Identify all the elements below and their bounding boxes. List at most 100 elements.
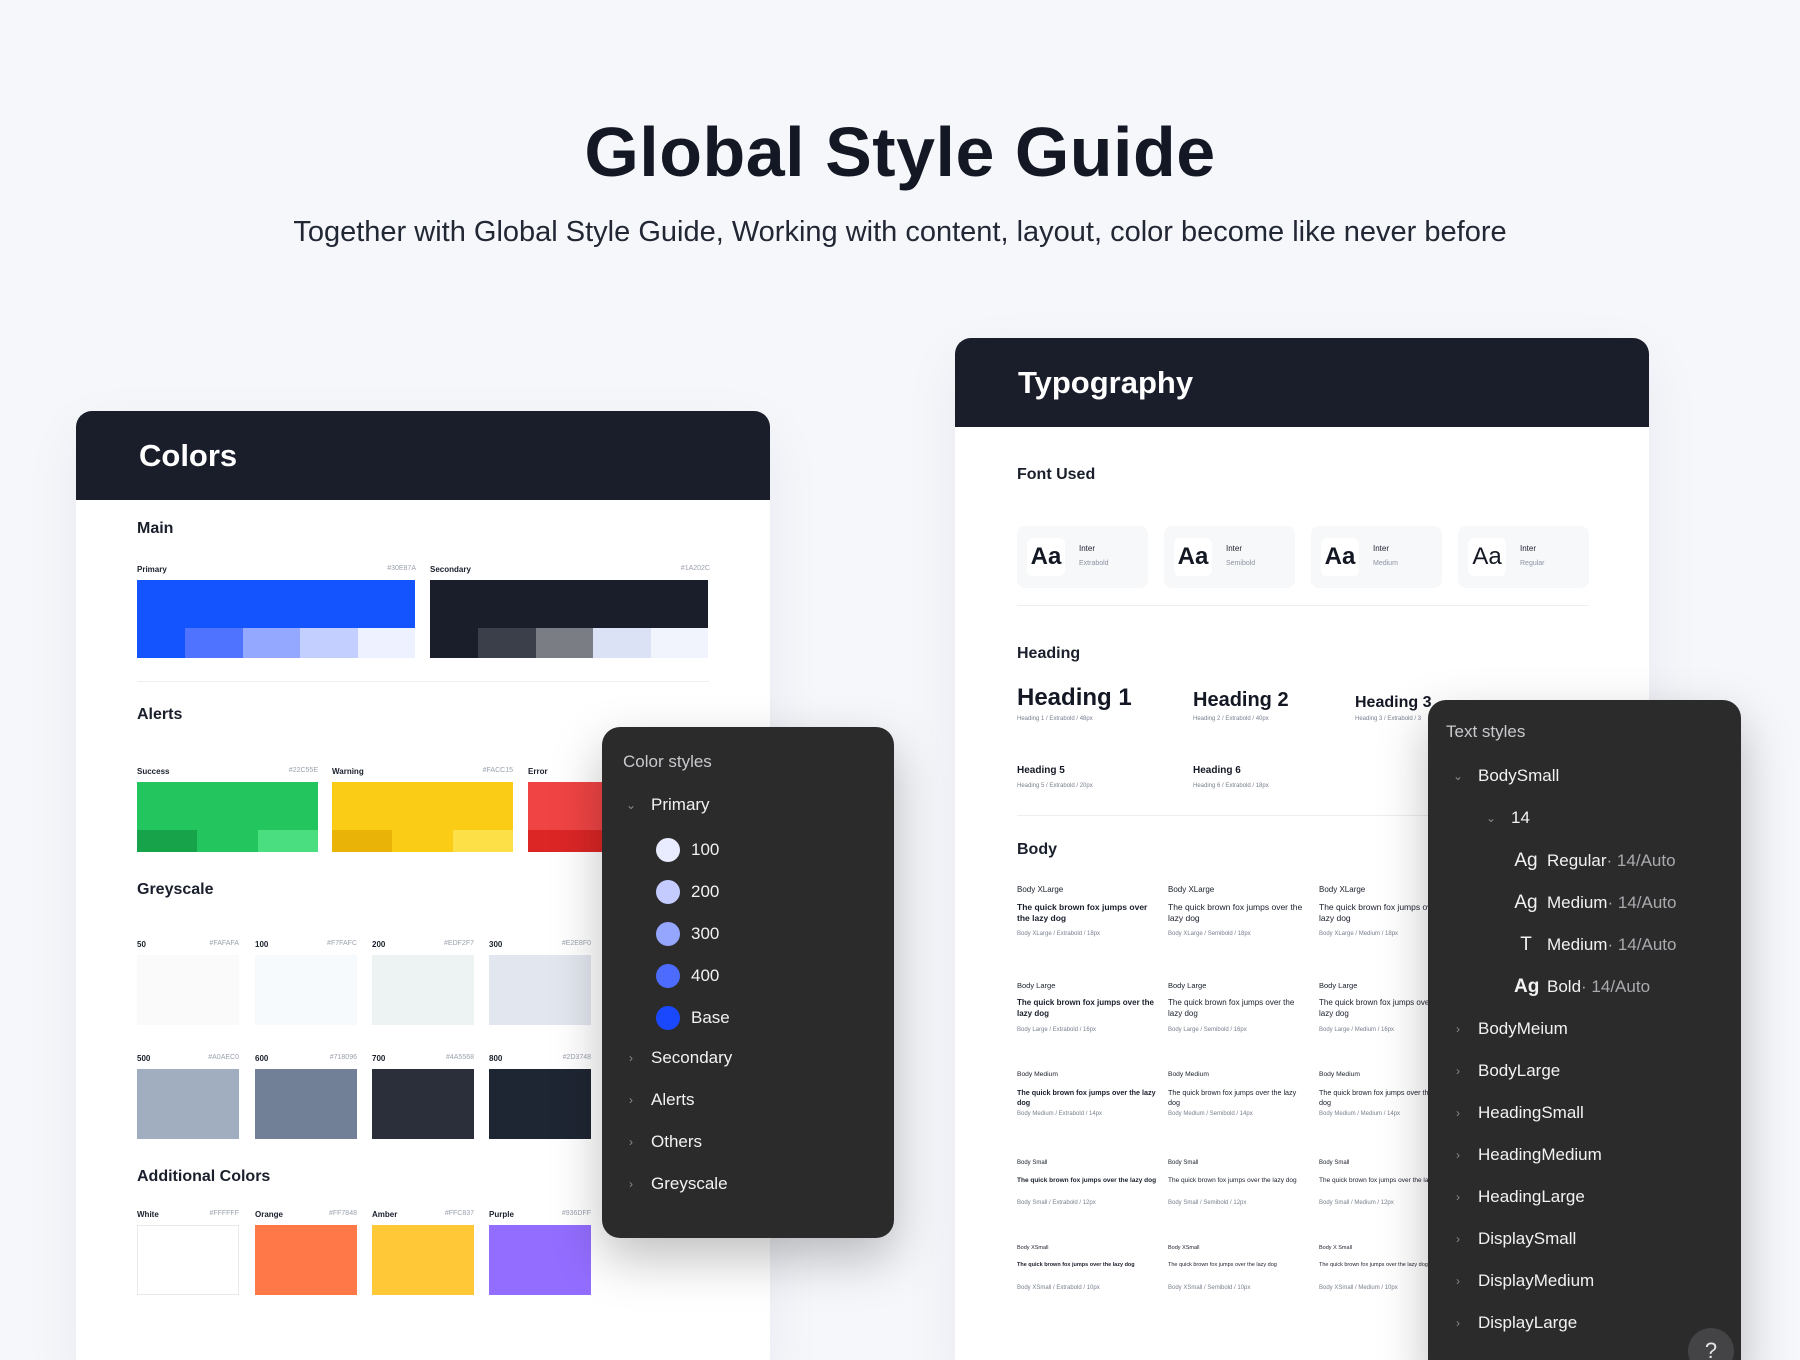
color-dot-icon bbox=[656, 1006, 680, 1030]
text-style-name: Medium bbox=[1547, 935, 1608, 954]
color-dot-icon bbox=[656, 922, 680, 946]
heading-meta: Heading 3 / Extrabold / 3 bbox=[1355, 716, 1422, 722]
secondary-main-color bbox=[430, 580, 708, 628]
color-orange-swatch[interactable] bbox=[255, 1225, 357, 1295]
color-group-label: Secondary bbox=[651, 1048, 733, 1067]
font-card-medium[interactable]: Aa Inter Medium bbox=[1311, 526, 1442, 588]
text-style-name: Medium bbox=[1547, 893, 1608, 912]
color-group-primary[interactable]: ⌄ Primary bbox=[623, 795, 710, 815]
color-group-alerts[interactable]: › Alerts bbox=[623, 1090, 694, 1110]
secondary-swatch[interactable] bbox=[430, 580, 708, 658]
success-swatch[interactable] bbox=[137, 782, 318, 852]
chevron-right-icon: › bbox=[629, 1051, 633, 1065]
text-group-displaymedium[interactable]: › DisplayMedium bbox=[1450, 1271, 1594, 1291]
color-style-100[interactable]: 100 bbox=[656, 838, 719, 862]
color-group-greyscale[interactable]: › Greyscale bbox=[623, 1174, 728, 1194]
font-weight: Medium bbox=[1373, 560, 1398, 567]
font-card-extrabold[interactable]: Aa Inter Extrabold bbox=[1017, 526, 1148, 588]
font-preview: Aa bbox=[1468, 538, 1506, 576]
grey-700-swatch[interactable] bbox=[372, 1069, 474, 1139]
chevron-right-icon: › bbox=[1456, 1274, 1460, 1288]
color-group-label: Greyscale bbox=[651, 1174, 728, 1193]
font-card-regular[interactable]: Aa Inter Regular bbox=[1458, 526, 1589, 588]
chevron-right-icon: › bbox=[1456, 1316, 1460, 1330]
text-group-bodysmall[interactable]: ⌄ BodySmall bbox=[1450, 766, 1559, 786]
text-style-regular[interactable]: Ag Regular · 14/Auto bbox=[1514, 850, 1675, 872]
color-white-swatch[interactable] bbox=[137, 1225, 239, 1295]
warning-step-0 bbox=[332, 830, 393, 852]
text-size-group[interactable]: ⌄ 14 bbox=[1483, 808, 1530, 828]
text-group-bodymeium[interactable]: › BodyMeium bbox=[1450, 1019, 1568, 1039]
text-style-ag-icon: Ag bbox=[1514, 976, 1540, 997]
warning-swatch[interactable] bbox=[332, 782, 513, 852]
color-style-label: 200 bbox=[691, 882, 720, 901]
color-style-base[interactable]: Base bbox=[656, 1006, 730, 1030]
font-name: Inter bbox=[1226, 544, 1243, 553]
alerts-label: Alerts bbox=[137, 706, 183, 723]
body-sample-title: Body Large bbox=[1319, 981, 1358, 990]
text-group-headingmedium[interactable]: › HeadingMedium bbox=[1450, 1145, 1602, 1165]
grey-50-swatch[interactable] bbox=[137, 955, 239, 1025]
color-style-400[interactable]: 400 bbox=[656, 964, 719, 988]
grey-300-swatch[interactable] bbox=[489, 955, 591, 1025]
text-style-bold[interactable]: Ag Bold · 14/Auto bbox=[1514, 976, 1650, 998]
text-group-headingsmall[interactable]: › HeadingSmall bbox=[1450, 1103, 1584, 1123]
primary-step-3 bbox=[300, 628, 358, 658]
grey-800-swatch[interactable] bbox=[489, 1069, 591, 1139]
font-weight: Semibold bbox=[1226, 560, 1256, 567]
success-main-color bbox=[137, 782, 318, 830]
heading-sample-5: Heading 6 bbox=[1193, 765, 1241, 776]
text-group-displaylarge[interactable]: › DisplayLarge bbox=[1450, 1313, 1577, 1333]
body-sample-meta: Body Large / Medium / 16px bbox=[1319, 1027, 1395, 1033]
body-sample-meta: Body Large / Semibold / 16px bbox=[1168, 1027, 1247, 1033]
grey-600-swatch[interactable] bbox=[255, 1069, 357, 1139]
color-style-200[interactable]: 200 bbox=[656, 880, 719, 904]
secondary-step-4 bbox=[650, 628, 708, 658]
primary-swatch[interactable] bbox=[137, 580, 415, 658]
secondary-label: Secondary bbox=[430, 565, 471, 574]
heading-sample-2: Heading 2 bbox=[1193, 689, 1289, 711]
font-used-label: Font Used bbox=[1017, 466, 1096, 483]
color-purple-swatch[interactable] bbox=[489, 1225, 591, 1295]
chevron-right-icon: › bbox=[1456, 1148, 1460, 1162]
font-preview: Aa bbox=[1174, 538, 1212, 576]
text-style-t-icon: T bbox=[1520, 934, 1532, 955]
body-sample-title: Body XLarge bbox=[1168, 885, 1215, 894]
success-step-1 bbox=[197, 830, 258, 852]
text-style-medium[interactable]: T Medium · 14/Auto bbox=[1514, 934, 1676, 956]
grey-200-swatch[interactable] bbox=[372, 955, 474, 1025]
color-amber-swatch[interactable] bbox=[372, 1225, 474, 1295]
success-step-2 bbox=[257, 830, 318, 852]
text-group-displaysmall[interactable]: › DisplaySmall bbox=[1450, 1229, 1576, 1249]
warning-step-1 bbox=[392, 830, 453, 852]
heading-sample-3: Heading 3 bbox=[1355, 694, 1432, 711]
grey-500-label: 500 bbox=[137, 1054, 151, 1063]
body-sample-text: The quick brown fox jumps over the lazy … bbox=[1017, 902, 1148, 924]
body-sample-title: Body Small bbox=[1017, 1160, 1048, 1166]
text-group-headinglarge[interactable]: › HeadingLarge bbox=[1450, 1187, 1585, 1207]
body-sample-text: The quick brown fox jumps over the lazy … bbox=[1017, 998, 1154, 1018]
text-group-bodylarge[interactable]: › BodyLarge bbox=[1450, 1061, 1560, 1081]
grey-100-swatch[interactable] bbox=[255, 955, 357, 1025]
body-sample-title: Body Medium bbox=[1319, 1071, 1360, 1078]
color-group-secondary[interactable]: › Secondary bbox=[623, 1048, 732, 1068]
font-card-semibold[interactable]: Aa Inter Semibold bbox=[1164, 526, 1295, 588]
color-dot-icon bbox=[656, 880, 680, 904]
heading-meta: Heading 5 / Extrabold / 20px bbox=[1017, 783, 1093, 789]
grey-500-swatch[interactable] bbox=[137, 1069, 239, 1139]
warning-label: Warning bbox=[332, 767, 364, 776]
body-sample-title: Body Small bbox=[1168, 1160, 1199, 1166]
color-white-hex: #FFFFFF bbox=[209, 1210, 239, 1217]
color-style-300[interactable]: 300 bbox=[656, 922, 719, 946]
text-style-ag-icon: Ag bbox=[1514, 892, 1538, 913]
grey-300-label: 300 bbox=[489, 940, 503, 949]
text-style-medium[interactable]: Ag Medium · 14/Auto bbox=[1514, 892, 1676, 914]
text-group-label: HeadingSmall bbox=[1478, 1103, 1584, 1122]
warning-step-2 bbox=[452, 830, 513, 852]
primary-hex: #30E87A bbox=[387, 565, 416, 572]
body-sample-text: The quick brown fox jumps over the lazy … bbox=[1017, 1177, 1157, 1184]
color-group-others[interactable]: › Others bbox=[623, 1132, 702, 1152]
warning-main-color bbox=[332, 782, 513, 830]
chevron-right-icon: › bbox=[1456, 1022, 1460, 1036]
body-sample-text: The quick brown fox jumps over the lazy … bbox=[1168, 998, 1295, 1018]
